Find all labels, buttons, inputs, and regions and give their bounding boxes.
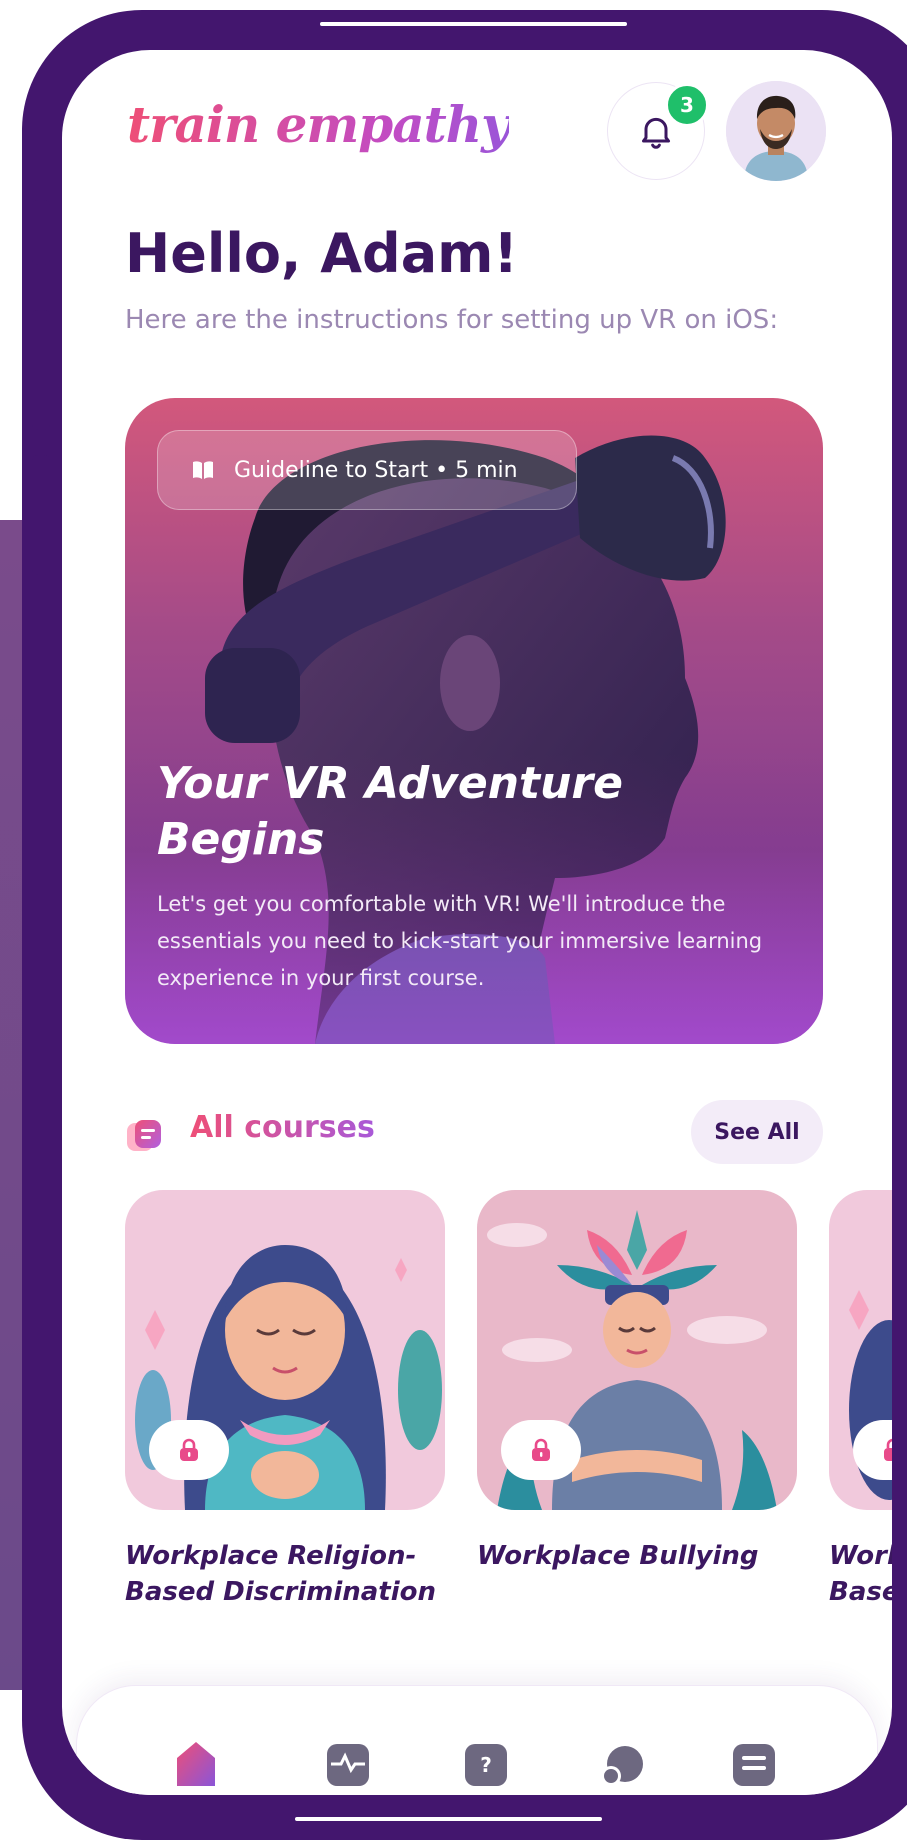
hero-card[interactable]: Guideline to Start • 5 min Your VR Adven…: [125, 398, 823, 1044]
app-screen: train empathy 3 Hello, Adam! Here are th…: [62, 50, 892, 1795]
nav-home[interactable]: [171, 1736, 221, 1786]
phone-top-notch-line: [320, 22, 627, 26]
lock-icon: [884, 1438, 892, 1461]
home-indicator: [295, 1817, 602, 1821]
svg-text:?: ?: [480, 1753, 492, 1777]
course-title: Workplace Bullying: [477, 1541, 759, 1571]
lock-badge: [501, 1420, 581, 1480]
app-logo: train empathy: [127, 95, 510, 154]
course-image: [477, 1190, 797, 1510]
course-card[interactable]: Workplace Religion-Based Discrimination: [829, 1190, 892, 1610]
guideline-pill[interactable]: Guideline to Start • 5 min: [157, 430, 577, 510]
avatar[interactable]: [726, 81, 826, 181]
bottom-navigation: ?: [76, 1685, 878, 1795]
user-photo-icon: [726, 81, 826, 181]
lock-icon: [180, 1438, 198, 1461]
greeting-title: Hello, Adam!: [125, 222, 519, 285]
home-icon: [177, 1742, 215, 1786]
notification-badge: 3: [665, 83, 709, 127]
nav-menu[interactable]: [729, 1736, 779, 1786]
phone-side-button: [32, 200, 50, 265]
nav-help[interactable]: ?: [461, 1736, 511, 1786]
hero-title: Your VR Adventure Begins: [157, 758, 623, 865]
phone-side-button: [32, 310, 50, 430]
courses-icon: [127, 1120, 161, 1151]
course-image: [125, 1190, 445, 1510]
book-icon: [193, 461, 213, 479]
phone-side-button: [32, 455, 50, 575]
help-icon: ?: [465, 1744, 507, 1786]
course-card[interactable]: Workplace Religion-Based Discrimination: [125, 1190, 445, 1610]
greeting-subtitle: Here are the instructions for setting up…: [125, 305, 779, 335]
course-title: Workplace Religion-Based Discrimination: [829, 1541, 892, 1607]
lock-icon: [532, 1438, 550, 1461]
section-title: All courses: [190, 1110, 375, 1145]
chat-icon: [601, 1746, 643, 1786]
menu-icon: [733, 1744, 775, 1786]
nav-chat[interactable]: [595, 1736, 645, 1786]
course-card[interactable]: Workplace Bullying: [477, 1190, 797, 1574]
activity-icon: [327, 1744, 369, 1786]
lock-badge: [149, 1420, 229, 1480]
hero-description: Let's get you comfortable with VR! We'll…: [157, 892, 763, 990]
course-image: [829, 1190, 892, 1510]
nav-activity[interactable]: [323, 1736, 373, 1786]
course-title: Workplace Religion-Based Discrimination: [125, 1541, 437, 1607]
guideline-label: Guideline to Start • 5 min: [234, 457, 518, 483]
see-all-button[interactable]: See All: [691, 1100, 823, 1164]
